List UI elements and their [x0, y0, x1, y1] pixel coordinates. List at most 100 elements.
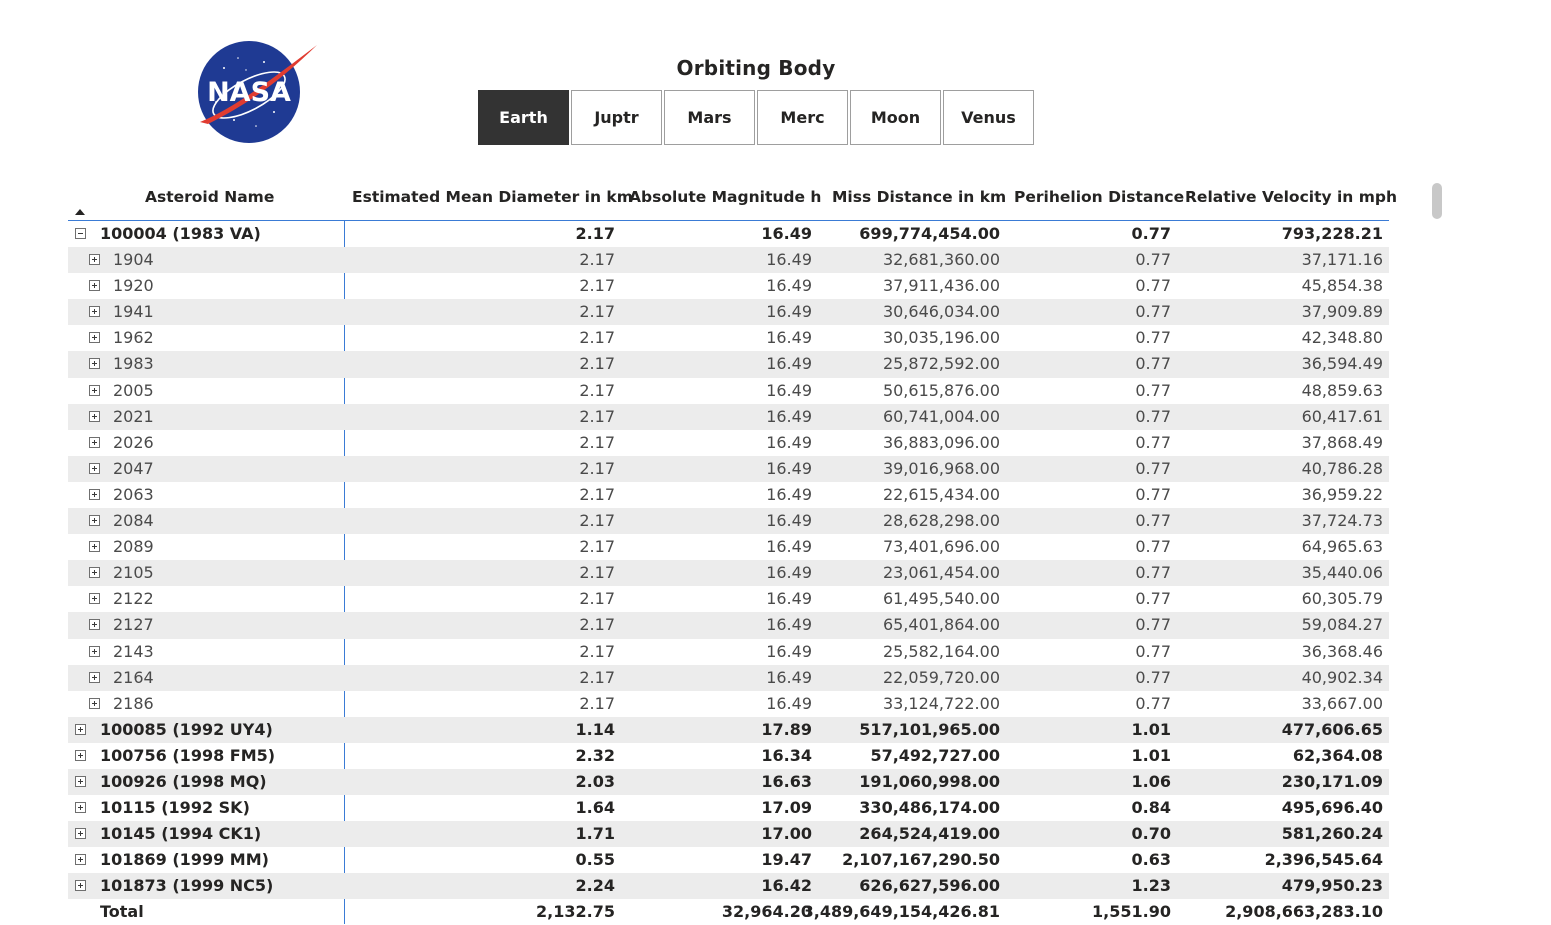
magnitude-cell: 16.49	[766, 432, 812, 452]
magnitude-cell: 16.42	[761, 876, 812, 896]
expand-icon[interactable]	[75, 854, 86, 866]
expand-icon[interactable]	[89, 410, 100, 422]
table-row-date[interactable]: 1941 2.17 16.49 30,646,034.00 0.77 37,909.89	[68, 299, 1389, 326]
velocity-cell: 59,084.27	[1301, 615, 1383, 635]
table-row-asteroid[interactable]: 101869 (1999 MM) 0.55 19.47 2,107,167,290.5…	[68, 847, 1389, 873]
magnitude-cell: 16.49	[766, 302, 812, 322]
col-header-perihelion[interactable]: Perihelion Distance	[1014, 188, 1184, 206]
expand-icon[interactable]	[89, 593, 100, 605]
perihelion-cell: 0.77	[1135, 641, 1171, 661]
velocity-cell: 37,868.49	[1301, 432, 1383, 452]
table-row-date[interactable]: 2089 2.17 16.49 73,401,696.00 0.77 64,965.63	[68, 534, 1389, 560]
diameter-cell: 2.17	[579, 406, 615, 426]
row-name: 2021	[113, 406, 154, 426]
table-row-date[interactable]: 1962 2.17 16.49 30,035,196.00 0.77 42,348.80	[68, 325, 1389, 351]
slicer-option-merc[interactable]: Merc	[757, 90, 848, 145]
col-header-velocity[interactable]: Relative Velocity in mph	[1185, 188, 1397, 206]
sort-ascending-icon[interactable]	[75, 209, 85, 215]
row-name: 100756 (1998 FM5)	[100, 745, 276, 765]
perihelion-cell: 0.63	[1131, 850, 1171, 870]
perihelion-cell: 0.77	[1135, 328, 1171, 348]
expand-icon[interactable]	[75, 775, 86, 787]
expand-icon[interactable]	[89, 254, 100, 266]
perihelion-cell: 0.77	[1131, 224, 1171, 243]
row-name: 10145 (1994 CK1)	[100, 824, 262, 844]
expand-icon[interactable]	[89, 384, 100, 396]
table-row-asteroid[interactable]: 100004 (1983 VA) 2.17 16.49 699,774,454.00 0…	[68, 221, 1389, 247]
table-row-date[interactable]: 2063 2.17 16.49 22,615,434.00 0.77 36,959.22	[68, 482, 1389, 508]
miss-distance-cell: 699,774,454.00	[859, 224, 1000, 243]
total-label: Total	[100, 902, 144, 922]
table-row-date[interactable]: 2143 2.17 16.49 25,582,164.00 0.77 36,368.46	[68, 639, 1389, 665]
expand-icon[interactable]	[75, 749, 86, 761]
table-row-asteroid[interactable]: 10145 (1994 CK1) 1.71 17.00 264,524,419.00 0…	[68, 821, 1389, 848]
slicer-option-mars[interactable]: Mars	[664, 90, 755, 145]
slicer-option-moon[interactable]: Moon	[850, 90, 941, 145]
table-row-date[interactable]: 2021 2.17 16.49 60,741,004.00 0.77 60,417.61	[68, 403, 1389, 430]
velocity-cell: 45,854.38	[1301, 276, 1383, 296]
expand-icon[interactable]	[89, 645, 100, 657]
total-diameter-cell: 2,132.75	[536, 902, 615, 922]
table-row-asteroid[interactable]: 100926 (1998 MQ) 2.03 16.63 191,060,998.00 1…	[68, 768, 1389, 796]
table-row-date[interactable]: 2026 2.17 16.49 36,883,096.00 0.77 37,868.49	[68, 430, 1389, 456]
expand-icon[interactable]	[89, 358, 100, 370]
magnitude-cell: 17.00	[761, 824, 812, 844]
slicer-option-juptr[interactable]: Juptr	[571, 90, 662, 145]
perihelion-cell: 0.77	[1135, 250, 1171, 270]
expand-icon[interactable]	[75, 880, 86, 892]
diameter-cell: 2.17	[579, 432, 615, 452]
expand-icon[interactable]	[89, 671, 100, 683]
table-row-date[interactable]: 2127 2.17 16.49 65,401,864.00 0.77 59,084.27	[68, 612, 1389, 639]
slicer-option-earth[interactable]: Earth	[478, 90, 569, 145]
total-magnitude-cell: 32,964.20	[721, 902, 812, 922]
diameter-cell: 1.64	[575, 798, 615, 818]
table-row-date[interactable]: 2005 2.17 16.49 50,615,876.00 0.77 48,859.63	[68, 378, 1389, 404]
table-row-date[interactable]: 1920 2.17 16.49 37,911,436.00 0.77 45,854.38	[68, 273, 1389, 299]
vertical-scrollbar[interactable]	[1432, 183, 1442, 219]
miss-distance-cell: 264,524,419.00	[859, 824, 1000, 844]
expand-icon[interactable]	[89, 541, 100, 553]
table-row-asteroid[interactable]: 100756 (1998 FM5) 2.32 16.34 57,492,727.00 1…	[68, 743, 1389, 769]
table-row-asteroid[interactable]: 10115 (1992 SK) 1.64 17.09 330,486,174.00 0.…	[68, 795, 1389, 821]
expand-icon[interactable]	[75, 723, 86, 735]
perihelion-cell: 0.77	[1135, 380, 1171, 400]
diameter-cell: 0.55	[575, 850, 615, 870]
table-row-date[interactable]: 1983 2.17 16.49 25,872,592.00 0.77 36,594.49	[68, 351, 1389, 378]
expand-icon[interactable]	[89, 515, 100, 527]
expand-icon[interactable]	[75, 828, 86, 840]
table-row-date[interactable]: 2047 2.17 16.49 39,016,968.00 0.77 40,786.28	[68, 455, 1389, 482]
table-row-asteroid[interactable]: 100085 (1992 UY4) 1.14 17.89 517,101,965.00…	[68, 716, 1389, 743]
table-row-date[interactable]: 2164 2.17 16.49 22,059,720.00 0.77 40,902.34	[68, 664, 1389, 691]
expand-icon[interactable]	[89, 436, 100, 448]
col-header-asteroid-name[interactable]: Asteroid Name	[145, 188, 274, 206]
table-row-date[interactable]: 2186 2.17 16.49 33,124,722.00 0.77 33,667.00	[68, 691, 1389, 717]
expand-icon[interactable]	[89, 697, 100, 709]
diameter-cell: 2.17	[579, 458, 615, 478]
table-row-asteroid[interactable]: 101873 (1999 NC5) 2.24 16.42 626,627,596.00…	[68, 873, 1389, 900]
expand-icon[interactable]	[89, 280, 100, 292]
expand-icon[interactable]	[75, 802, 86, 814]
collapse-icon[interactable]	[75, 228, 86, 239]
table-row-date[interactable]: 2122 2.17 16.49 61,495,540.00 0.77 60,305.79	[68, 586, 1389, 612]
expand-icon[interactable]	[89, 332, 100, 344]
col-header-miss-distance[interactable]: Miss Distance in km	[832, 188, 1006, 206]
diameter-cell: 2.17	[579, 354, 615, 374]
diameter-cell: 2.17	[579, 302, 615, 322]
table-row-date[interactable]: 2084 2.17 16.49 28,628,298.00 0.77 37,724.73	[68, 508, 1389, 535]
expand-icon[interactable]	[89, 567, 100, 579]
table-row-date[interactable]: 1904 2.17 16.49 32,681,360.00 0.77 37,171.16	[68, 247, 1389, 274]
expand-icon[interactable]	[89, 462, 100, 474]
perihelion-cell: 0.77	[1135, 693, 1171, 713]
miss-distance-cell: 60,741,004.00	[882, 406, 1000, 426]
slicer-option-venus[interactable]: Venus	[943, 90, 1034, 145]
col-header-diameter[interactable]: Estimated Mean Diameter in km	[352, 188, 633, 206]
velocity-cell: 35,440.06	[1301, 563, 1383, 583]
expand-icon[interactable]	[89, 306, 100, 318]
col-header-magnitude[interactable]: Absolute Magnitude h	[629, 188, 821, 206]
miss-distance-cell: 32,681,360.00	[882, 250, 1000, 270]
expand-icon[interactable]	[89, 488, 100, 500]
magnitude-cell: 16.49	[766, 511, 812, 531]
miss-distance-cell: 28,628,298.00	[882, 511, 1000, 531]
expand-icon[interactable]	[89, 619, 100, 631]
table-row-date[interactable]: 2105 2.17 16.49 23,061,454.00 0.77 35,440.06	[68, 560, 1389, 587]
